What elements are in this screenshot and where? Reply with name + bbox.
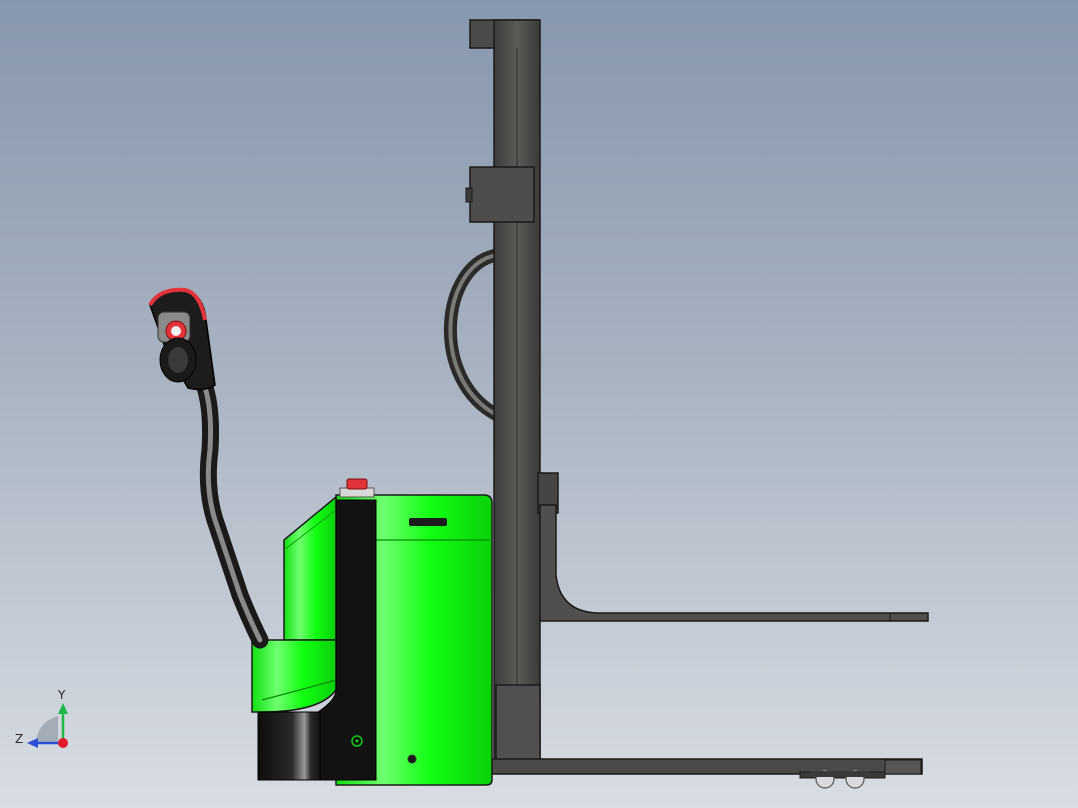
z-axis-label: Z (15, 732, 24, 746)
cad-viewport[interactable]: Y Z (0, 0, 1078, 808)
tiller-arm (191, 366, 269, 649)
stacker-model[interactable] (0, 0, 1078, 808)
triad-arc (36, 716, 58, 742)
tiller-head[interactable] (148, 287, 216, 391)
emergency-stop-button[interactable] (339, 478, 375, 498)
base-leg (491, 758, 923, 789)
mast-guard-hoop (444, 248, 501, 421)
x-axis-dot (58, 738, 68, 748)
y-axis-label: Y (58, 688, 66, 702)
fork-carriage (537, 472, 929, 622)
axis-triad (27, 703, 68, 748)
